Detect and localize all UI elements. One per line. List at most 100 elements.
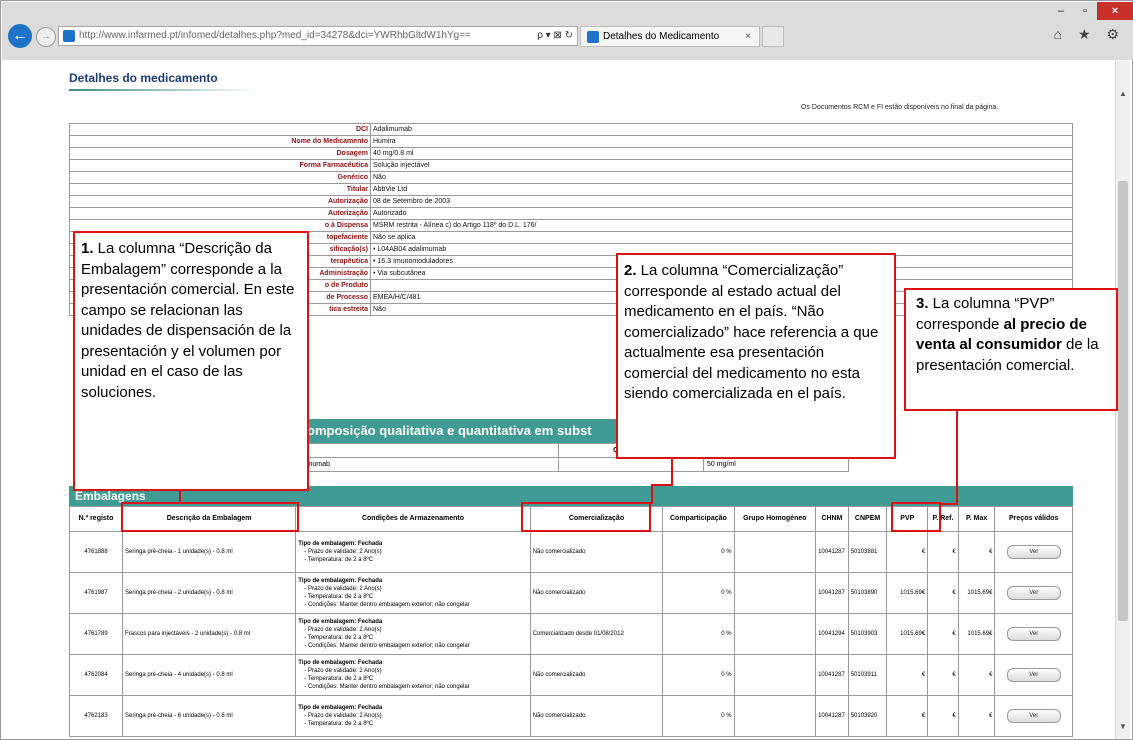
table-row: 4762084 Seringa pré-cheia - 4 unidade(s) …	[69, 654, 1073, 696]
ver-button[interactable]: Ver	[1006, 586, 1061, 600]
cell-chnm: 10041294	[815, 613, 849, 655]
scroll-down-icon[interactable]: ▼	[1119, 722, 1127, 731]
cell-precos: Ver	[994, 695, 1073, 737]
cell-pmax: €	[957, 695, 996, 737]
table-row: 4762183 Seringa pré-cheia - 6 unidade(s) …	[69, 695, 1073, 737]
cell-descricao: Frascos para injectáveis - 2 unidade(s) …	[121, 613, 297, 655]
condicoes-title: Tipo de embalagem: Fechada	[298, 660, 383, 666]
condicoes-text: - Prazo de validade: 2 Ano(s) - Temperat…	[304, 713, 382, 727]
cell-pmax: €	[957, 531, 996, 573]
cell-chnm: 10041287	[815, 572, 849, 614]
cell-pmax: 1015.69€	[957, 572, 996, 614]
cell-precos: Ver	[994, 613, 1073, 655]
docs-note: Os Documentos RCM e FI estão disponíveis…	[801, 104, 999, 111]
callout-comercializacao: 2. La columna “Comercialização” correspo…	[616, 253, 896, 459]
column-header: P. Max	[957, 506, 996, 532]
callout-pvp: 3. La columna “PVP” corresponde al preci…	[904, 288, 1118, 411]
tab-title: Detalhes do Medicamento	[603, 31, 720, 42]
cell-descricao: Seringa pré-cheia - 1 unidade(s) - 0.8 m…	[121, 531, 297, 573]
highlight-pvp-column	[891, 502, 941, 532]
cell-chnm: 10041287	[815, 531, 849, 573]
highlight-comercializacao-column	[521, 502, 651, 532]
cell-pref: €	[927, 695, 959, 737]
condicoes-title: Tipo de embalagem: Fechada	[298, 619, 383, 625]
cell-condicoes: Tipo de embalagem: Fechada - Prazo de val…	[295, 531, 531, 573]
column-header: CNPEM	[847, 506, 888, 532]
callout-descricao-text: La columna “Descrição da Embalagem” corr…	[81, 240, 295, 401]
address-url: http://www.infarmed.pt/infomed/detalhes.…	[79, 30, 471, 41]
info-value: Humira	[370, 135, 1073, 148]
info-value: Solução injectável	[370, 159, 1073, 172]
cell-descricao: Seringa pré-cheia - 6 unidade(s) - 0.8 m…	[121, 695, 297, 737]
cell-comparticipacao: 0 %	[662, 654, 735, 696]
scroll-up-icon[interactable]: ▲	[1119, 89, 1127, 98]
cell-cnpem: 50103890	[847, 572, 888, 614]
info-value: 08 de Setembro de 2003	[370, 195, 1073, 208]
table-row: 4761888 Seringa pré-cheia - 1 unidade(s) …	[69, 531, 1073, 573]
info-row: Dosagem 40 mg/0.8 ml	[69, 147, 1073, 160]
new-tab-button[interactable]	[762, 26, 784, 47]
scroll-thumb[interactable]	[1118, 181, 1128, 621]
ver-button[interactable]: Ver	[1006, 627, 1061, 641]
embalagens-table: N.º registo Descrição da Embalagem Condiçõ…	[69, 506, 1073, 737]
maximize-button[interactable]: ▫	[1073, 2, 1097, 20]
cell-condicoes: Tipo de embalagem: Fechada - Prazo de val…	[295, 613, 531, 655]
page-title: Detalhes do medicamento	[69, 71, 218, 85]
tab-close-icon[interactable]: ×	[745, 27, 751, 46]
cell-pref: €	[927, 613, 959, 655]
info-label: o à Dispensa	[69, 219, 371, 232]
toolbar-icons[interactable]: ⌂ ★ ⚙	[1054, 26, 1125, 43]
cell-comparticipacao: 0 %	[662, 572, 735, 614]
cell-comercializacao: Não comercializado	[529, 572, 664, 614]
back-arrow-icon[interactable]: ←	[8, 24, 32, 48]
address-tools-icons[interactable]: ρ ▾ ⊠ ↻	[537, 27, 573, 45]
cell-registo: 4762084	[69, 654, 123, 696]
cell-comercializacao: Não comercializado	[529, 695, 664, 737]
cell-comercializacao: Comercializado desde 01/08/2012	[529, 613, 664, 655]
address-bar[interactable]: http://www.infarmed.pt/infomed/detalhes.…	[58, 26, 578, 46]
tab-favicon-icon	[587, 31, 599, 43]
cell-pvp: 1015.69€	[886, 613, 929, 655]
ver-button[interactable]: Ver	[1006, 709, 1061, 723]
tab-detalhes[interactable]: Detalhes do Medicamento ×	[580, 26, 760, 47]
info-label: DCI	[69, 123, 371, 136]
connector-line	[671, 457, 673, 485]
info-value: Adalimumab	[370, 123, 1073, 136]
info-label: Titular	[69, 183, 371, 196]
condicoes-title: Tipo de embalagem: Fechada	[298, 578, 383, 584]
ver-button[interactable]: Ver	[1006, 545, 1061, 559]
cell-descricao: Seringa pré-cheia - 2 unidade(s) - 0.8 m…	[121, 572, 297, 614]
column-header: CHNM	[815, 506, 849, 532]
browser-chrome: – ▫ × ← → http://www.infarmed.pt/infomed…	[2, 2, 1133, 60]
info-value: Autorizado	[370, 207, 1073, 220]
minimize-button[interactable]: –	[1049, 2, 1073, 20]
cell-grupo	[733, 695, 817, 737]
forward-arrow-icon[interactable]: →	[36, 27, 56, 47]
cell-chnm: 10041287	[815, 695, 849, 737]
cell-registo: 4761789	[69, 613, 123, 655]
cell-registo: 4761888	[69, 531, 123, 573]
cell-registo: 4762183	[69, 695, 123, 737]
cell-cnpem: 50103920	[847, 695, 888, 737]
cell-pvp: €	[886, 531, 929, 573]
info-label: Autorização	[69, 207, 371, 220]
highlight-descricao-column	[121, 502, 299, 532]
cell-chnm: 10041287	[815, 654, 849, 696]
info-row: Autorização Autorizado	[69, 207, 1073, 220]
connector-line	[179, 489, 181, 503]
composition-quantity: 50 mg/ml	[703, 457, 849, 472]
info-row: Nome do Medicamento Humira	[69, 135, 1073, 148]
ver-button[interactable]: Ver	[1006, 668, 1061, 682]
info-label: Autorização	[69, 195, 371, 208]
cell-pvp: 1015.69€	[886, 572, 929, 614]
cell-pmax: €	[957, 654, 996, 696]
info-label: Nome do Medicamento	[69, 135, 371, 148]
cell-comercializacao: Não comercializado	[529, 531, 664, 573]
condicoes-title: Tipo de embalagem: Fechada	[298, 541, 383, 547]
connector-line	[651, 484, 673, 486]
info-row: Titular AbbVie Ltd	[69, 183, 1073, 196]
cell-pref: €	[927, 572, 959, 614]
info-row: Genérico Não	[69, 171, 1073, 184]
close-window-button[interactable]: ×	[1097, 2, 1133, 20]
info-value: Não se aplica	[370, 231, 1073, 244]
